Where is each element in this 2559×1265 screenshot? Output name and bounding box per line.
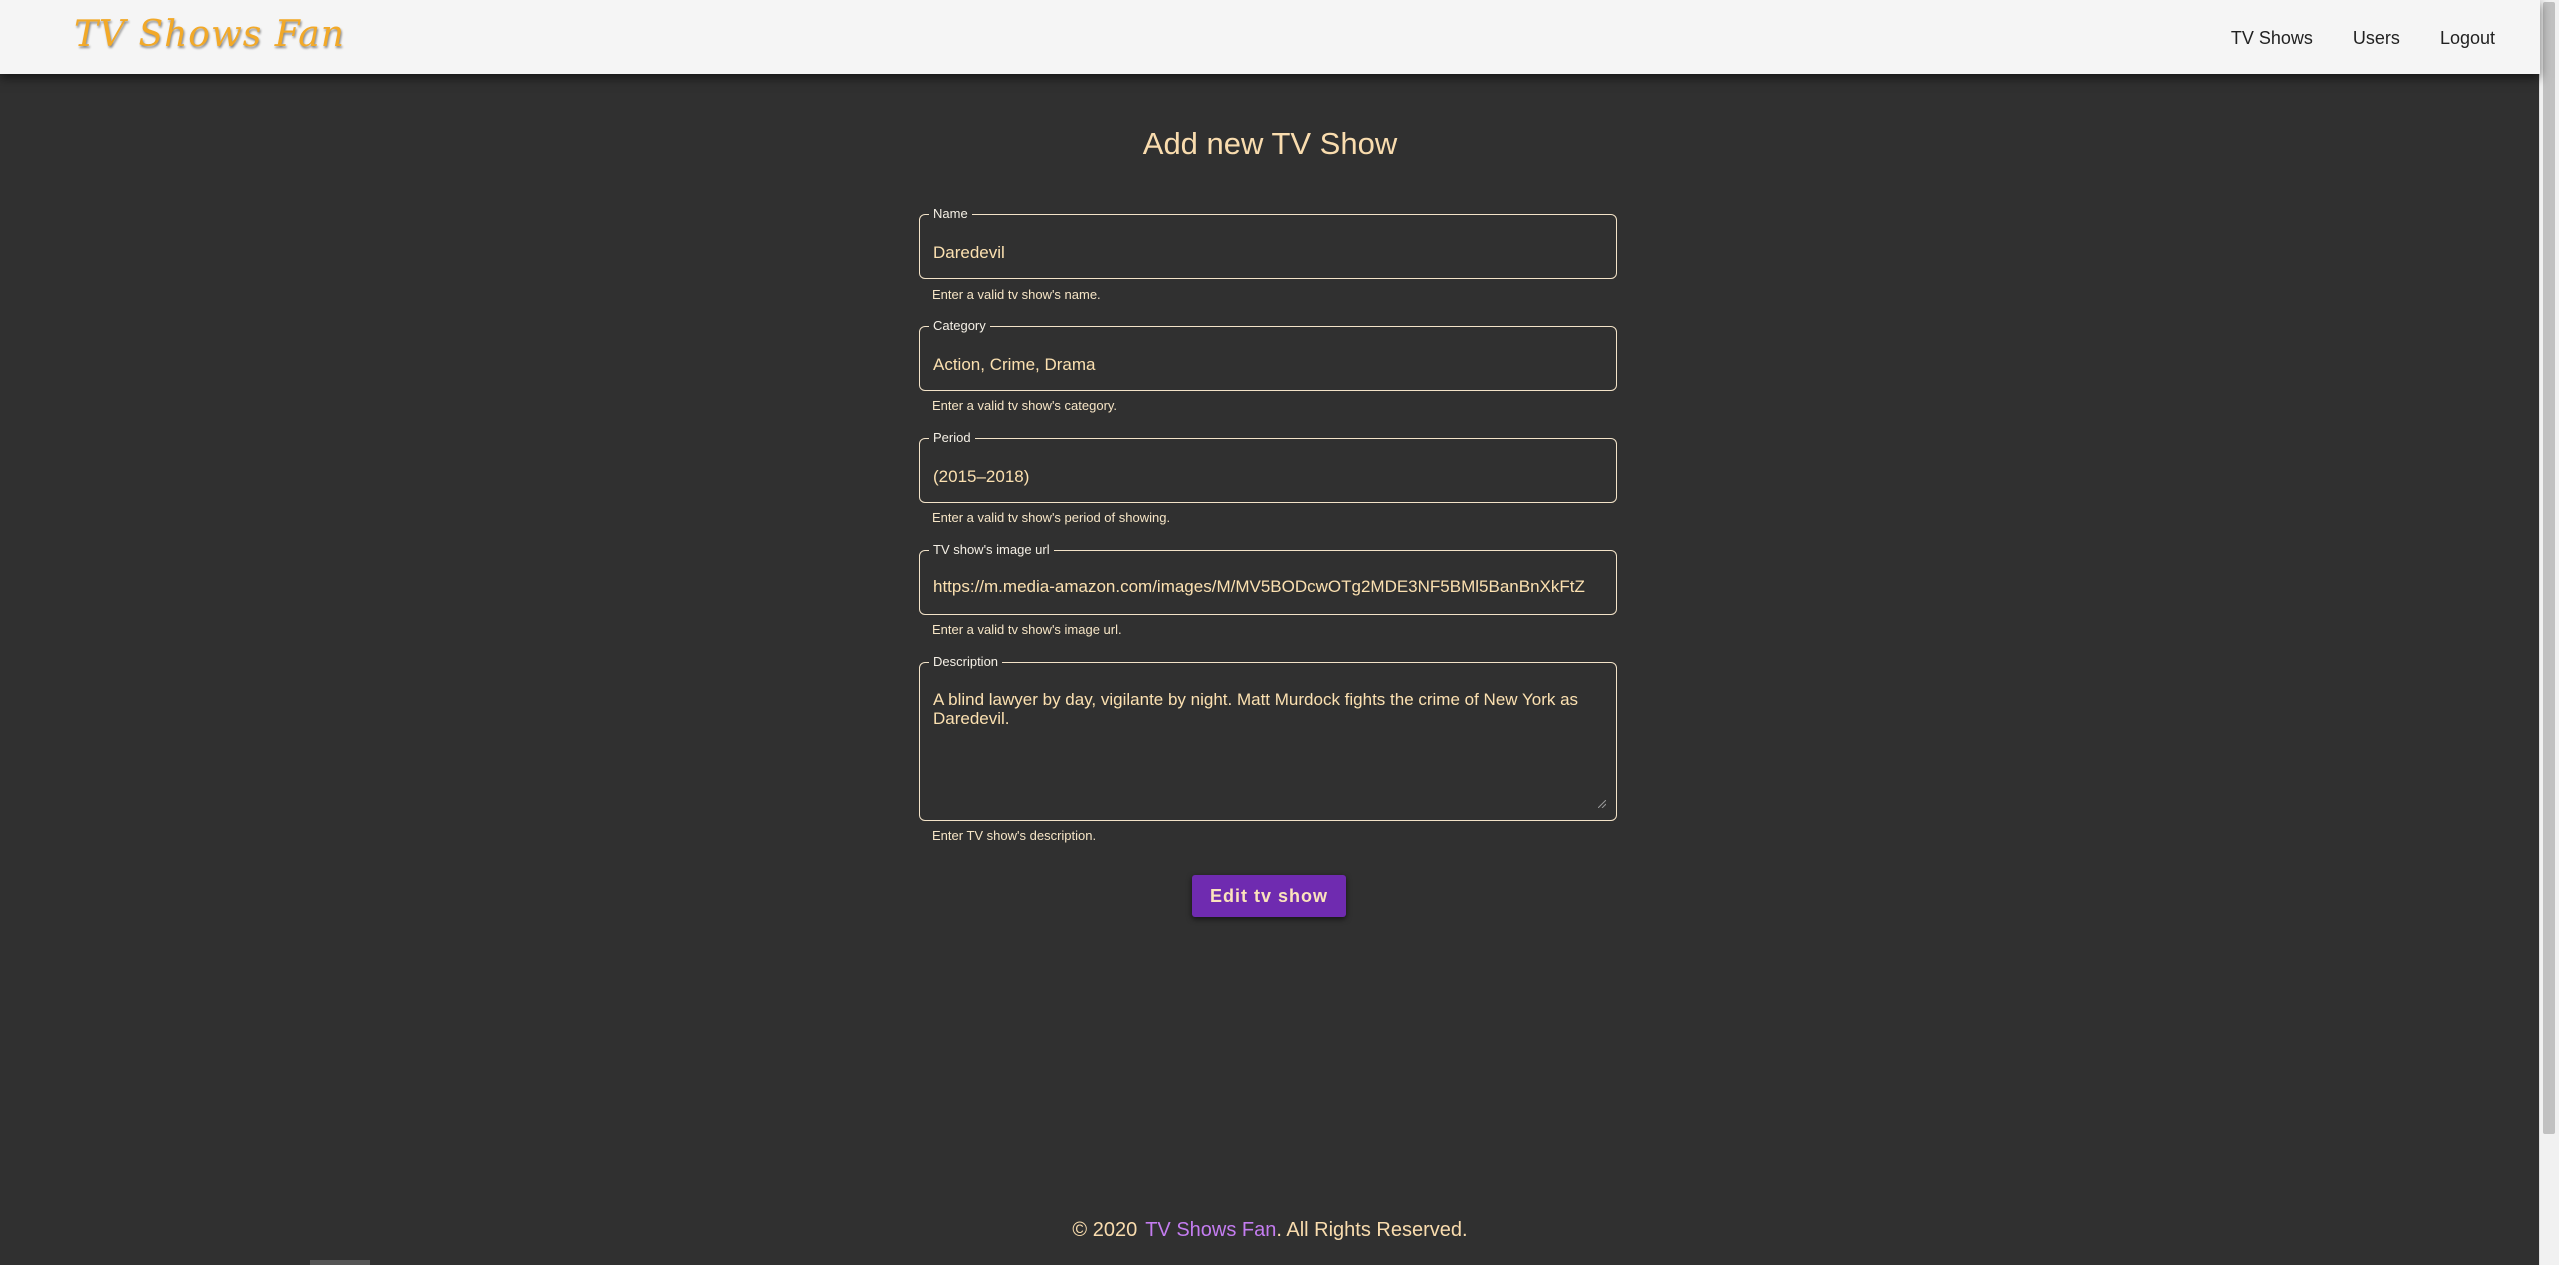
footer-rights: . All Rights Reserved. [1276, 1219, 1468, 1241]
period-input[interactable]: (2015–2018) [933, 467, 1605, 487]
nav-link-users[interactable]: Users [2353, 28, 2400, 49]
description-textarea[interactable]: A blind lawyer by day, vigilante by nigh… [933, 690, 1605, 728]
scrollbar-thumb[interactable] [2543, 2, 2555, 1134]
name-field-label: Name [929, 207, 972, 221]
footer-brand-link[interactable]: TV Shows Fan [1145, 1219, 1276, 1241]
nav-links: TV Shows Users Logout [2231, 28, 2495, 49]
image-url-field[interactable]: TV show's image url https://m.media-amaz… [919, 543, 1617, 615]
description-field-group: Description A blind lawyer by day, vigil… [919, 655, 1619, 847]
nav-link-tv-shows[interactable]: TV Shows [2231, 28, 2313, 49]
description-field[interactable]: Description A blind lawyer by day, vigil… [919, 655, 1617, 821]
image-url-field-hint: Enter a valid tv show's image url. [932, 622, 1122, 637]
period-field-group: Period (2015–2018) Enter a valid tv show… [919, 431, 1619, 525]
image-url-field-group: TV show's image url https://m.media-amaz… [919, 543, 1619, 637]
period-field-hint: Enter a valid tv show's period of showin… [932, 510, 1171, 525]
name-field-hint: Enter a valid tv show's name. [932, 287, 1101, 302]
category-field-hint: Enter a valid tv show's category. [932, 398, 1118, 413]
description-field-hint: Enter TV show's description. [932, 828, 1097, 843]
page-scrollbar[interactable] [2539, 0, 2559, 1265]
resize-grip-icon[interactable] [1598, 800, 1606, 808]
bottom-strip [310, 1260, 370, 1265]
page-title: Add new TV Show [1142, 126, 1398, 161]
category-input[interactable]: Action, Crime, Drama [933, 355, 1605, 375]
name-field-group: Name Daredevil Enter a valid tv show's n… [919, 207, 1619, 302]
period-field[interactable]: Period (2015–2018) [919, 431, 1617, 503]
image-url-input[interactable]: https://m.media-amazon.com/images/M/MV5B… [933, 577, 1605, 597]
description-field-label: Description [929, 655, 1003, 669]
category-field[interactable]: Category Action, Crime, Drama [919, 319, 1617, 391]
name-input[interactable]: Daredevil [933, 243, 1605, 263]
name-field[interactable]: Name Daredevil [919, 207, 1617, 279]
category-field-group: Category Action, Crime, Drama Enter a va… [919, 319, 1619, 413]
top-navbar: TV Shows Fan TV Shows Users Logout [0, 0, 2540, 74]
image-url-field-label: TV show's image url [929, 543, 1054, 557]
footer: © 2020 TV Shows Fan. All Rights Reserved. [0, 1219, 2540, 1242]
category-field-label: Category [929, 319, 990, 333]
edit-tv-show-button[interactable]: Edit tv show [1192, 875, 1346, 917]
footer-copyright: © 2020 [1072, 1219, 1138, 1241]
nav-link-logout[interactable]: Logout [2440, 28, 2495, 49]
page: TV Shows Fan TV Shows Users Logout Add n… [0, 0, 2559, 1265]
period-field-label: Period [929, 431, 975, 445]
brand-logo[interactable]: TV Shows Fan [74, 14, 345, 55]
